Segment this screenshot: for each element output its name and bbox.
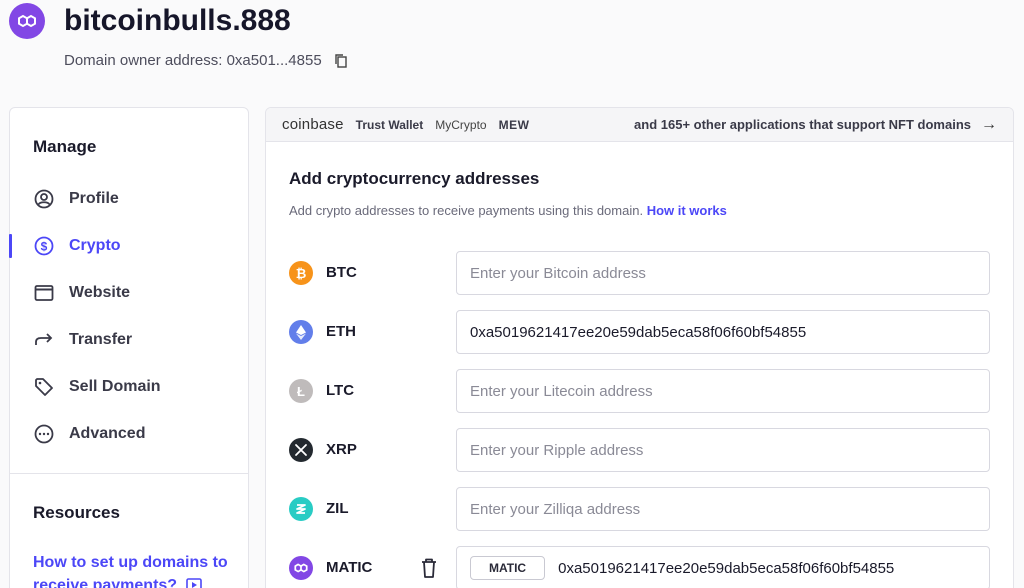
- sidebar-item-advanced[interactable]: Advanced: [33, 422, 145, 446]
- coin-row-ltc: Ł LTC: [289, 369, 991, 413]
- sidebar-item-website[interactable]: Website: [33, 281, 130, 305]
- section-title: Add cryptocurrency addresses: [289, 169, 540, 188]
- coin-label: MATIC: [326, 559, 373, 576]
- more-horizontal-icon: [33, 423, 55, 445]
- matic-address-field[interactable]: MATIC 0xa5019621417ee20e59dab5eca58f06f6…: [456, 546, 990, 588]
- sidebar-item-crypto[interactable]: $ Crypto: [33, 234, 121, 258]
- coin-row-btc: ₿ BTC: [289, 251, 991, 295]
- coin-row-xrp: XRP: [289, 428, 991, 472]
- coin-row-zil: ZIL: [289, 487, 991, 531]
- zilliqa-icon: [289, 497, 313, 521]
- owner-address-row: Domain owner address: 0xa501...4855: [64, 52, 348, 69]
- mycrypto-logo: MyCrypto: [435, 117, 487, 132]
- domain-title: bitcoinbulls.888: [64, 4, 291, 37]
- browser-window-icon: [33, 282, 55, 304]
- sidebar-divider: [10, 473, 248, 474]
- coin-label: LTC: [326, 382, 355, 399]
- active-indicator: [9, 234, 12, 258]
- mew-logo: MEW: [498, 117, 530, 132]
- sidebar-item-label: Crypto: [69, 237, 121, 254]
- trash-icon[interactable]: [419, 557, 439, 579]
- sidebar-item-transfer[interactable]: Transfer: [33, 328, 132, 352]
- sidebar-item-label: Transfer: [69, 331, 133, 348]
- polygon-logo-icon: [9, 3, 45, 39]
- sidebar-item-label: Profile: [69, 190, 119, 207]
- ripple-icon: [289, 438, 313, 462]
- crypto-panel: coinbase Trust Wallet MyCrypto MEW and 1…: [265, 107, 1014, 588]
- btc-address-input[interactable]: [456, 251, 990, 295]
- coin-label: ETH: [326, 323, 356, 340]
- coin-label: BTC: [326, 264, 357, 281]
- coinbase-logo: coinbase: [282, 116, 344, 133]
- bitcoin-icon: ₿: [289, 261, 313, 285]
- section-subtitle: Add crypto addresses to receive payments…: [289, 203, 727, 218]
- subtitle-text: Add crypto addresses to receive payments…: [289, 203, 644, 218]
- tag-icon: [33, 376, 55, 398]
- sidebar-item-label: Advanced: [69, 425, 146, 442]
- ltc-address-input[interactable]: [456, 369, 990, 413]
- arrow-right-icon: →: [981, 115, 997, 133]
- eth-address-input[interactable]: [456, 310, 990, 354]
- sidebar-item-sell-domain[interactable]: Sell Domain: [33, 375, 161, 399]
- how-it-works-link[interactable]: How it works: [647, 203, 727, 218]
- resource-link[interactable]: How to set up domains to receive payment…: [33, 551, 233, 588]
- owner-address-text: Domain owner address: 0xa501...4855: [64, 52, 322, 69]
- xrp-address-input[interactable]: [456, 428, 990, 472]
- network-tag: MATIC: [470, 556, 546, 580]
- trust-wallet-logo: Trust Wallet: [355, 117, 424, 132]
- zil-address-input[interactable]: [456, 487, 990, 531]
- sidebar: Manage Profile $ Crypto Website Transfer…: [9, 107, 249, 588]
- coin-row-matic: MATIC MATIC 0xa5019621417ee20e59dab5eca5…: [289, 546, 991, 588]
- resources-heading: Resources: [33, 503, 120, 522]
- litecoin-icon: Ł: [289, 379, 313, 403]
- copy-icon[interactable]: [334, 53, 348, 69]
- matic-address-value: 0xa5019621417ee20e59dab5eca58f06f60bf548…: [558, 559, 895, 577]
- ethereum-icon: [289, 320, 313, 344]
- coin-label: ZIL: [326, 500, 349, 517]
- supported-apps-banner[interactable]: coinbase Trust Wallet MyCrypto MEW and 1…: [266, 108, 1013, 142]
- sidebar-item-profile[interactable]: Profile: [33, 187, 119, 211]
- sidebar-item-label: Website: [69, 284, 131, 301]
- polygon-matic-icon: [289, 556, 313, 580]
- coin-row-eth: ETH: [289, 310, 991, 354]
- more-apps-text: and 165+ other applications that support…: [634, 117, 971, 132]
- dollar-circle-icon: $: [33, 235, 55, 257]
- sidebar-item-label: Sell Domain: [69, 378, 161, 395]
- svg-text:$: $: [41, 240, 48, 254]
- coin-label: XRP: [326, 441, 357, 458]
- user-circle-icon: [33, 188, 55, 210]
- forward-arrow-icon: [33, 329, 55, 351]
- manage-heading: Manage: [33, 137, 97, 156]
- play-video-icon: [185, 577, 202, 588]
